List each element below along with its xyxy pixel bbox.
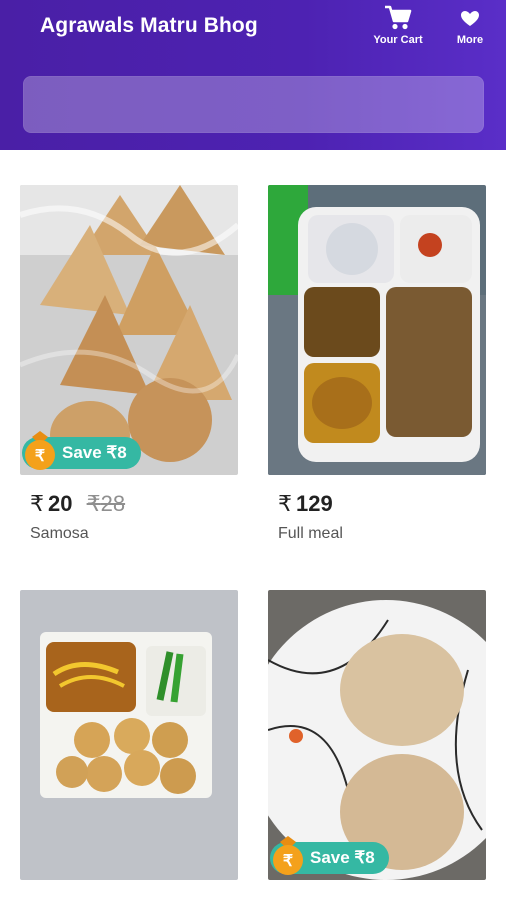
app-title: Agrawals Matru Bhog bbox=[40, 14, 258, 37]
more-button[interactable]: More bbox=[438, 4, 502, 46]
mrp-value: ₹28 bbox=[87, 491, 125, 516]
your-cart-label: Your Cart bbox=[373, 34, 423, 46]
product-name: Full meal bbox=[278, 525, 343, 542]
currency-symbol: ₹ bbox=[30, 491, 44, 516]
coin-icon: ₹ bbox=[25, 431, 55, 470]
save-text: Save ₹8 bbox=[310, 848, 375, 867]
coin-icon: ₹ bbox=[273, 836, 303, 875]
your-cart-button[interactable]: Your Cart bbox=[366, 4, 430, 46]
mrp-amount: 28 bbox=[100, 491, 126, 516]
save-badge: ₹ Save ₹8 bbox=[270, 836, 389, 875]
save-text: Save ₹8 bbox=[62, 443, 127, 462]
svg-text:₹: ₹ bbox=[35, 448, 45, 465]
cart-icon bbox=[385, 5, 412, 30]
currency-symbol: ₹ bbox=[278, 491, 292, 516]
app-header: Agrawals Matru Bhog Your Cart More bbox=[0, 0, 506, 150]
product-image-full-meal[interactable] bbox=[268, 185, 486, 475]
more-label: More bbox=[456, 34, 484, 46]
mrp-currency: ₹ bbox=[86, 491, 101, 516]
heart-icon bbox=[461, 11, 479, 26]
search-bar[interactable] bbox=[23, 76, 484, 133]
price-value: 20 bbox=[48, 491, 73, 516]
price: ₹129 bbox=[278, 491, 333, 517]
svg-text:₹: ₹ bbox=[283, 853, 293, 870]
product-name: Samosa bbox=[30, 525, 89, 542]
price: ₹20 ₹28 bbox=[30, 491, 125, 517]
price-value: 129 bbox=[296, 491, 333, 516]
save-badge: ₹ Save ₹8 bbox=[22, 431, 141, 470]
product-image-3[interactable] bbox=[20, 590, 238, 880]
